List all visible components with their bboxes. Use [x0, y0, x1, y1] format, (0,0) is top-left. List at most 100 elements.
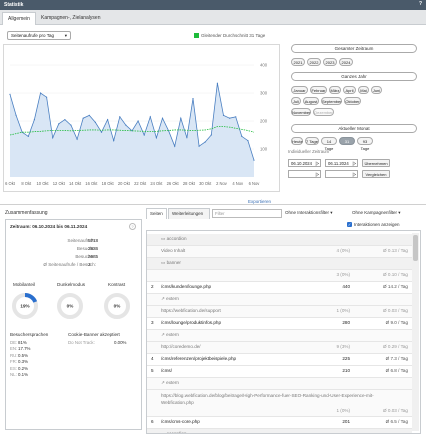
summary-title: Zusammenfassung: [5, 210, 48, 216]
date-to-arrow-icon: |>: [352, 161, 356, 166]
date-from-arrow-icon: |>: [315, 161, 319, 166]
date-from-input[interactable]: 06.10.2024 |>: [288, 159, 321, 167]
month-maerz[interactable]: März: [329, 86, 341, 94]
x-tick-label: 8 Okt: [21, 181, 32, 186]
row-name-text: Video Inhalt: [161, 248, 186, 253]
data-point: [119, 116, 121, 118]
month-april[interactable]: April: [343, 86, 356, 94]
row-name-text: /cms/: [161, 368, 172, 373]
table-row[interactable]: 3/cms/lounge/produktinfos.php 280 Ø 9.0 / …: [147, 318, 412, 329]
data-point: [15, 114, 17, 116]
table-subrow: Video Inhalt 4 (0%) Ø 0.13 / Tag: [147, 246, 412, 257]
table-row[interactable]: 2/cms/kunden/lounge.php 440 Ø 14.2 / Tag: [147, 282, 412, 293]
data-point: [180, 117, 182, 119]
row-name: ▭ banner: [161, 260, 181, 266]
table-row[interactable]: 4/cms/referenzen/projektbeispiele.php 225…: [147, 354, 412, 365]
row-name: ↗ extern: [161, 380, 179, 386]
compare-button[interactable]: Vergleichen: [362, 170, 390, 178]
row-average: Ø 14.2 / Tag: [383, 284, 408, 289]
month-juli[interactable]: Juli: [291, 97, 301, 105]
gauge-mobile-title: Mobilanteil: [13, 282, 35, 287]
year-button-2024[interactable]: 2024: [339, 58, 353, 66]
total-period-header[interactable]: Gesamter Zeitraum: [291, 44, 417, 53]
year-button-2023[interactable]: 2023: [323, 58, 337, 66]
data-point: [9, 93, 11, 95]
row-average: Ø 7.3 / Tag: [385, 356, 408, 361]
x-tick-label: 20 Okt: [118, 181, 131, 186]
month-august[interactable]: August: [303, 97, 319, 105]
month-september[interactable]: September: [321, 97, 342, 105]
row-name: Video Inhalt: [161, 248, 185, 253]
tab-kampagnen[interactable]: Kampagnen-, Zielanalysen: [36, 12, 105, 25]
month-oktober[interactable]: Oktober: [344, 97, 361, 105]
table-row[interactable]: 5/cms/210 Ø 6.8 / Tag: [147, 366, 412, 377]
range-14-tage[interactable]: 14 Tage: [321, 137, 337, 151]
month-november[interactable]: November: [291, 108, 311, 116]
data-point: [204, 141, 206, 143]
apply-button[interactable]: Übernehmen: [362, 159, 390, 167]
cookie-title: Cookie-Banner akzeptiert: [68, 332, 120, 337]
month-juni[interactable]: Juni: [371, 86, 382, 94]
year-button-2021[interactable]: 2021: [291, 58, 305, 66]
row-name-text: /cms/referenzen/projektbeispiele.php: [161, 356, 237, 361]
range-31-tage[interactable]: 31 Tage: [339, 137, 355, 151]
data-point: [88, 114, 90, 116]
compare-to-input[interactable]: |>: [325, 170, 358, 178]
chevron-down-icon: ▾: [330, 210, 333, 215]
table-subrow: ▭ banner: [147, 258, 412, 269]
interaction-filter-dropdown[interactable]: Ohne Interaktionsfilter ▾: [285, 210, 333, 216]
row-name-text: extern: [166, 332, 179, 337]
compare-to-arrow-icon: |>: [352, 172, 356, 177]
languages-title: Besuchersprachen: [10, 332, 49, 337]
filter-input[interactable]: Filter: [212, 209, 282, 218]
range-7-tage[interactable]: 7 Tage: [305, 137, 319, 145]
info-icon[interactable]: ?: [129, 223, 136, 230]
stat-row: Seitenaufrufe: 5718: [67, 238, 99, 243]
data-point: [113, 140, 115, 142]
table-subrow: ↗ extern: [147, 330, 412, 341]
range-heute[interactable]: Heute: [291, 137, 303, 145]
tab-weiterleitungen[interactable]: Weiterleitungen: [168, 208, 210, 219]
month-januar[interactable]: Januar: [291, 86, 308, 94]
chevron-down-icon: ▾: [398, 210, 401, 215]
row-name-text: extern: [166, 296, 179, 301]
window-title: Statistik: [4, 2, 24, 8]
row-name-text: /cms/lounge/produktinfos.php: [161, 320, 222, 325]
summary-box: Zeitraum: 06.10.2024 bis 06.11.2024 ? Se…: [5, 219, 142, 430]
data-point: [235, 116, 237, 118]
row-name-text: extern: [166, 380, 179, 385]
show-interactions-checkbox[interactable]: ✓ Interaktionen anzeigen: [347, 222, 400, 228]
data-point: [27, 135, 29, 137]
month-februar[interactable]: Februar: [310, 86, 327, 94]
x-tick-label: 18 Okt: [102, 181, 115, 186]
table-row[interactable]: 6/cms/cms-core.php 201 Ø 6.5 / Tag: [147, 417, 412, 428]
table-subrow: https://blog.webfication.de/blog/beitrag…: [147, 390, 412, 416]
tab-allgemein[interactable]: Allgemein: [2, 12, 36, 25]
year-header[interactable]: Ganzes Jahr: [291, 72, 417, 81]
help-icon[interactable]: ?: [419, 1, 422, 7]
month-mai[interactable]: Mai: [358, 86, 369, 94]
x-tick-label: 16 Okt: [85, 181, 98, 186]
row-name: ↗ extern: [161, 332, 179, 338]
current-month-header[interactable]: Aktueller Monat: [291, 124, 417, 133]
metric-select[interactable]: Seitenaufrufe pro Tag ▾: [7, 31, 71, 40]
campaign-filter-dropdown[interactable]: Ohne Kampagnenfilter ▾: [352, 210, 401, 216]
data-point: [82, 117, 84, 119]
row-name: /cms/cms-core.php: [161, 419, 200, 424]
line-chart: 400 300 200 100 6 Okt 8 Okt 10 Okt 12 Okt 14 Okt…: [3, 44, 280, 192]
range-93-tage[interactable]: 93 Tage: [357, 137, 373, 151]
data-point: [76, 138, 78, 140]
scrollbar[interactable]: [412, 233, 419, 431]
data-point: [33, 119, 35, 121]
tab-seiten[interactable]: Seiten: [146, 208, 167, 219]
compare-from-input[interactable]: |>: [288, 170, 321, 178]
stat-row: Besucher: 2685: [75, 254, 99, 259]
y-tick-label: 100: [260, 147, 268, 152]
row-value: 1 (0%): [336, 308, 350, 313]
table-subrow: ▭ accordion: [147, 234, 412, 245]
year-button-2022[interactable]: 2022: [307, 58, 321, 66]
date-to-input[interactable]: 06.11.2024 |>: [325, 159, 358, 167]
scrollbar-thumb[interactable]: [413, 235, 418, 261]
row-average: Ø 0.03 / Tag: [383, 308, 408, 313]
row-value: 4 (0%): [336, 248, 350, 253]
